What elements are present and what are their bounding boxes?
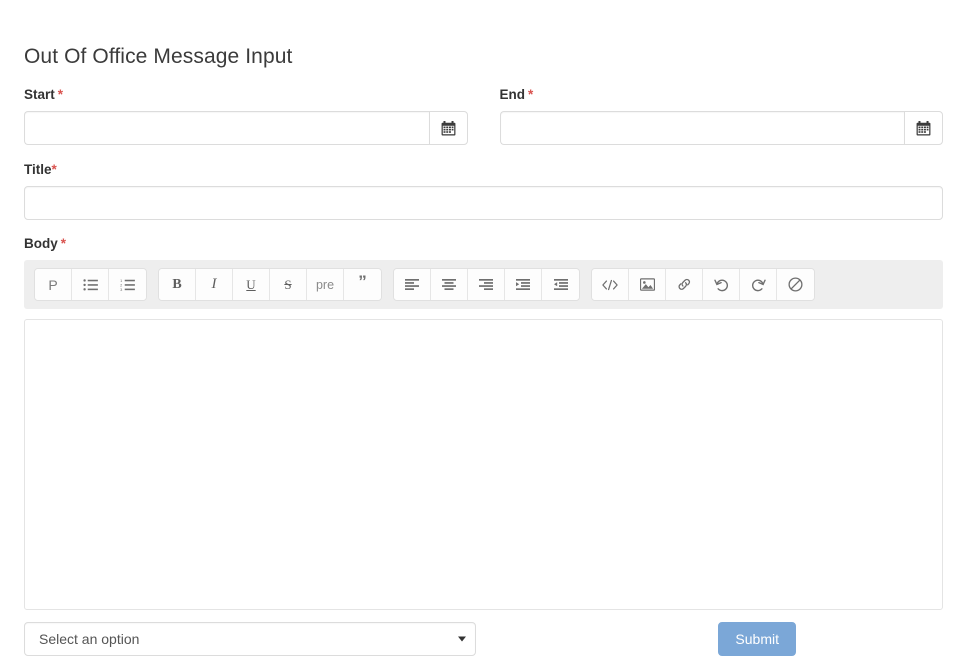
blockquote-button[interactable]: ” xyxy=(344,269,381,300)
underline-button[interactable]: U xyxy=(233,269,270,300)
align-center-icon xyxy=(442,279,456,290)
toolbar-group-text-style: B I U S pre ” xyxy=(158,268,382,301)
clear-format-button[interactable] xyxy=(777,269,814,300)
italic-button[interactable]: I xyxy=(196,269,233,300)
undo-icon xyxy=(714,278,729,292)
unordered-list-icon xyxy=(83,279,98,291)
align-center-button[interactable] xyxy=(431,269,468,300)
end-input-group xyxy=(500,111,944,145)
start-date-input[interactable] xyxy=(24,111,429,145)
start-label: Start* xyxy=(24,87,468,103)
align-left-button[interactable] xyxy=(394,269,431,300)
bold-button[interactable]: B xyxy=(159,269,196,300)
page-title: Out Of Office Message Input xyxy=(24,0,943,70)
svg-text:3: 3 xyxy=(120,286,122,290)
body-label-text: Body xyxy=(24,236,58,251)
align-right-icon xyxy=(479,279,493,290)
form-footer: Select an option Submit xyxy=(24,622,943,656)
option-select-wrapper: Select an option xyxy=(24,622,476,656)
start-required-asterisk: * xyxy=(58,87,63,102)
code-icon xyxy=(602,279,618,291)
body-label: Body* xyxy=(24,236,943,252)
preformatted-button[interactable]: pre xyxy=(307,269,344,300)
start-calendar-button[interactable] xyxy=(429,111,468,145)
end-label: End* xyxy=(500,87,944,103)
toolbar-group-insert-history xyxy=(591,268,815,301)
toolbar-group-alignment xyxy=(393,268,580,301)
body-field-group: Body* P xyxy=(24,236,943,610)
calendar-icon xyxy=(441,121,456,136)
align-left-icon xyxy=(405,279,419,290)
undo-button[interactable] xyxy=(703,269,740,300)
title-required-asterisk: * xyxy=(52,162,57,177)
insert-image-button[interactable] xyxy=(629,269,666,300)
title-field-group: Title* xyxy=(24,162,943,220)
paragraph-button[interactable]: P xyxy=(35,269,72,300)
insert-link-button[interactable] xyxy=(666,269,703,300)
start-label-text: Start xyxy=(24,87,55,102)
start-field-group: Start* xyxy=(24,87,468,145)
option-select[interactable]: Select an option xyxy=(24,622,476,656)
start-input-group xyxy=(24,111,468,145)
title-input[interactable] xyxy=(24,186,943,220)
end-label-text: End xyxy=(500,87,526,102)
redo-button[interactable] xyxy=(740,269,777,300)
strikethrough-button[interactable]: S xyxy=(270,269,307,300)
editor-toolbar: P 1 xyxy=(24,260,943,309)
title-label-text: Title xyxy=(24,162,52,177)
option-select-value: Select an option xyxy=(39,631,139,647)
align-right-button[interactable] xyxy=(468,269,505,300)
unordered-list-button[interactable] xyxy=(72,269,109,300)
calendar-icon xyxy=(916,121,931,136)
end-calendar-button[interactable] xyxy=(904,111,943,145)
ordered-list-button[interactable]: 1 2 3 xyxy=(109,269,146,300)
clear-format-icon xyxy=(788,277,803,292)
ordered-list-icon: 1 2 3 xyxy=(120,279,135,291)
image-icon xyxy=(640,278,655,291)
redo-icon xyxy=(751,278,766,292)
code-view-button[interactable] xyxy=(592,269,629,300)
outdent-button[interactable] xyxy=(542,269,579,300)
editor-content-area[interactable] xyxy=(24,319,943,610)
title-label: Title* xyxy=(24,162,943,178)
body-required-asterisk: * xyxy=(61,236,66,251)
link-icon xyxy=(677,278,692,291)
indent-icon xyxy=(516,279,530,290)
rich-text-editor: P 1 xyxy=(24,260,943,610)
out-of-office-form-page: Out Of Office Message Input Start* xyxy=(0,0,967,661)
indent-button[interactable] xyxy=(505,269,542,300)
end-required-asterisk: * xyxy=(528,87,533,102)
end-date-input[interactable] xyxy=(500,111,905,145)
date-range-row: Start* xyxy=(24,87,943,145)
toolbar-group-block-format: P 1 xyxy=(34,268,147,301)
outdent-icon xyxy=(554,279,568,290)
submit-button[interactable]: Submit xyxy=(718,622,796,656)
end-field-group: End* xyxy=(500,87,944,145)
